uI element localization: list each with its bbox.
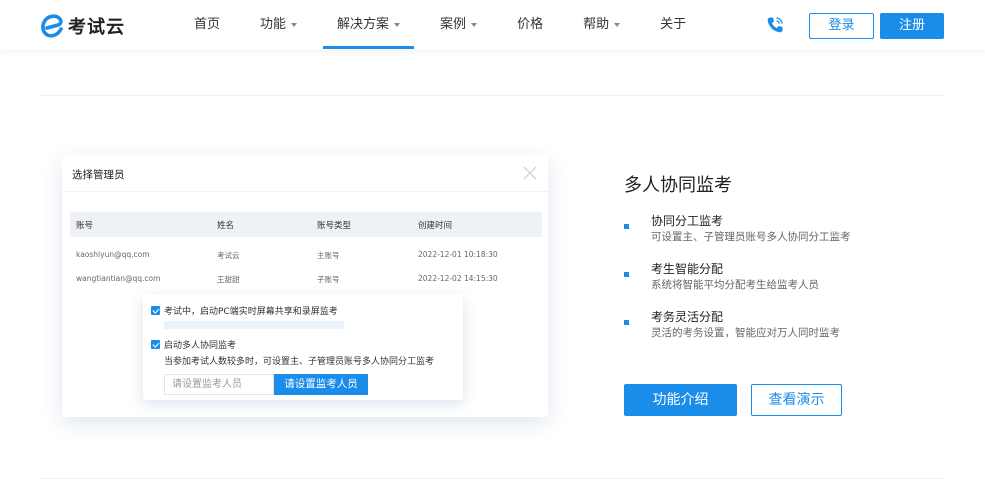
nav-item[interactable]: 功能 [246,0,311,50]
checkbox-checked-icon [151,306,160,315]
screen-share-option-label: 考试中，启动PC端实时屏幕共享和录屏监考 [164,307,338,317]
option-highlight-bar [164,321,344,329]
nav-item[interactable]: 解决方案 [323,0,415,50]
login-button[interactable]: 登录 [809,13,874,39]
view-demo-button[interactable]: 查看演示 [751,384,842,416]
multi-proctor-option-label: 启动多人协同监考 [164,341,237,351]
logo-text: 考试云 [68,17,125,38]
nav-item-label: 功能 [260,17,287,32]
nav-item-label: 首页 [194,17,221,32]
bullet-icon [624,320,629,325]
top-navbar: 考试云 首页 功能 解决方案 案例 价格 帮助 关于 登录 注册 [0,0,985,50]
logo[interactable]: 考试云 [40,10,125,42]
phone-icon[interactable] [765,15,785,35]
section-divider-bottom [40,478,945,479]
feature-item-desc: 系统将智能平均分配考生给监考人员 [651,279,819,291]
set-proctor-button: 请设置监考人员 [274,374,368,395]
cell-account: kaoshiyun@qq.com [76,250,150,259]
register-button[interactable]: 注册 [880,13,944,39]
feature-item-desc: 灵活的考务设置，智能应对万人同时监考 [651,327,840,339]
nav-item-label: 价格 [517,17,544,32]
nav-item[interactable]: 首页 [180,0,234,50]
bullet-icon [624,224,629,229]
proctor-input: 请设置监考人员 [164,374,274,395]
nav-item[interactable]: 帮助 [569,0,634,50]
checkbox-checked-icon [151,340,160,349]
table-header: 账号 姓名 账号类型 创建时间 [70,212,542,237]
bullet-icon [624,272,629,277]
chevron-down-icon [614,22,621,27]
cell-account-type: 主账号 [317,251,340,260]
dialog-divider [62,191,548,192]
multi-proctor-option-desc: 当参加考试人数较多时，可设置主、子管理员账号多人协同分工监考 [164,357,435,367]
cell-name: 考试云 [217,251,240,260]
main-nav: 首页 功能 解决方案 案例 价格 帮助 关于 [180,0,712,50]
column-header-account: 账号 [76,221,94,231]
feature-item-name: 协同分工监考 [651,214,724,228]
feature-item-name: 考务灵活分配 [651,310,724,324]
nav-item[interactable]: 价格 [503,0,557,50]
cell-account: wangtiantian@qq.com [76,274,161,283]
nav-item-label: 解决方案 [337,17,390,32]
section-divider-top [40,95,945,96]
column-header-account-type: 账号类型 [317,221,352,231]
nav-item[interactable]: 关于 [646,0,700,50]
feature-item-desc: 可设置主、子管理员账号多人协同分工监考 [651,231,851,243]
cell-account-type: 子账号 [317,275,340,284]
column-header-created-time: 创建时间 [418,221,453,231]
nav-item-label: 帮助 [583,17,610,32]
cell-created-time: 2022-12-02 14:15:30 [418,274,498,283]
cell-name: 王甜甜 [217,275,240,284]
nav-item[interactable]: 案例 [426,0,491,50]
feature-intro-button[interactable]: 功能介绍 [624,384,737,416]
page: 考试云 首页 功能 解决方案 案例 价格 帮助 关于 登录 注册 选择管理员 账号 姓名 账… [0,0,985,500]
cell-created-time: 2022-12-01 10:18:30 [418,250,498,259]
dialog-title: 选择管理员 [72,169,125,181]
nav-item-label: 案例 [440,17,467,32]
chevron-down-icon [394,22,401,27]
logo-e-icon [40,12,66,40]
chevron-down-icon [291,22,298,27]
feature-item-name: 考生智能分配 [651,262,724,276]
column-header-name: 姓名 [217,221,235,231]
nav-item-label: 关于 [660,17,687,32]
chevron-down-icon [471,22,478,27]
proctor-settings-popup-illustration: 考试中，启动PC端实时屏幕共享和录屏监考 启动多人协同监考 当参加考试人数较多时… [143,294,463,400]
close-icon [522,165,538,181]
feature-title: 多人协同监考 [624,175,732,196]
